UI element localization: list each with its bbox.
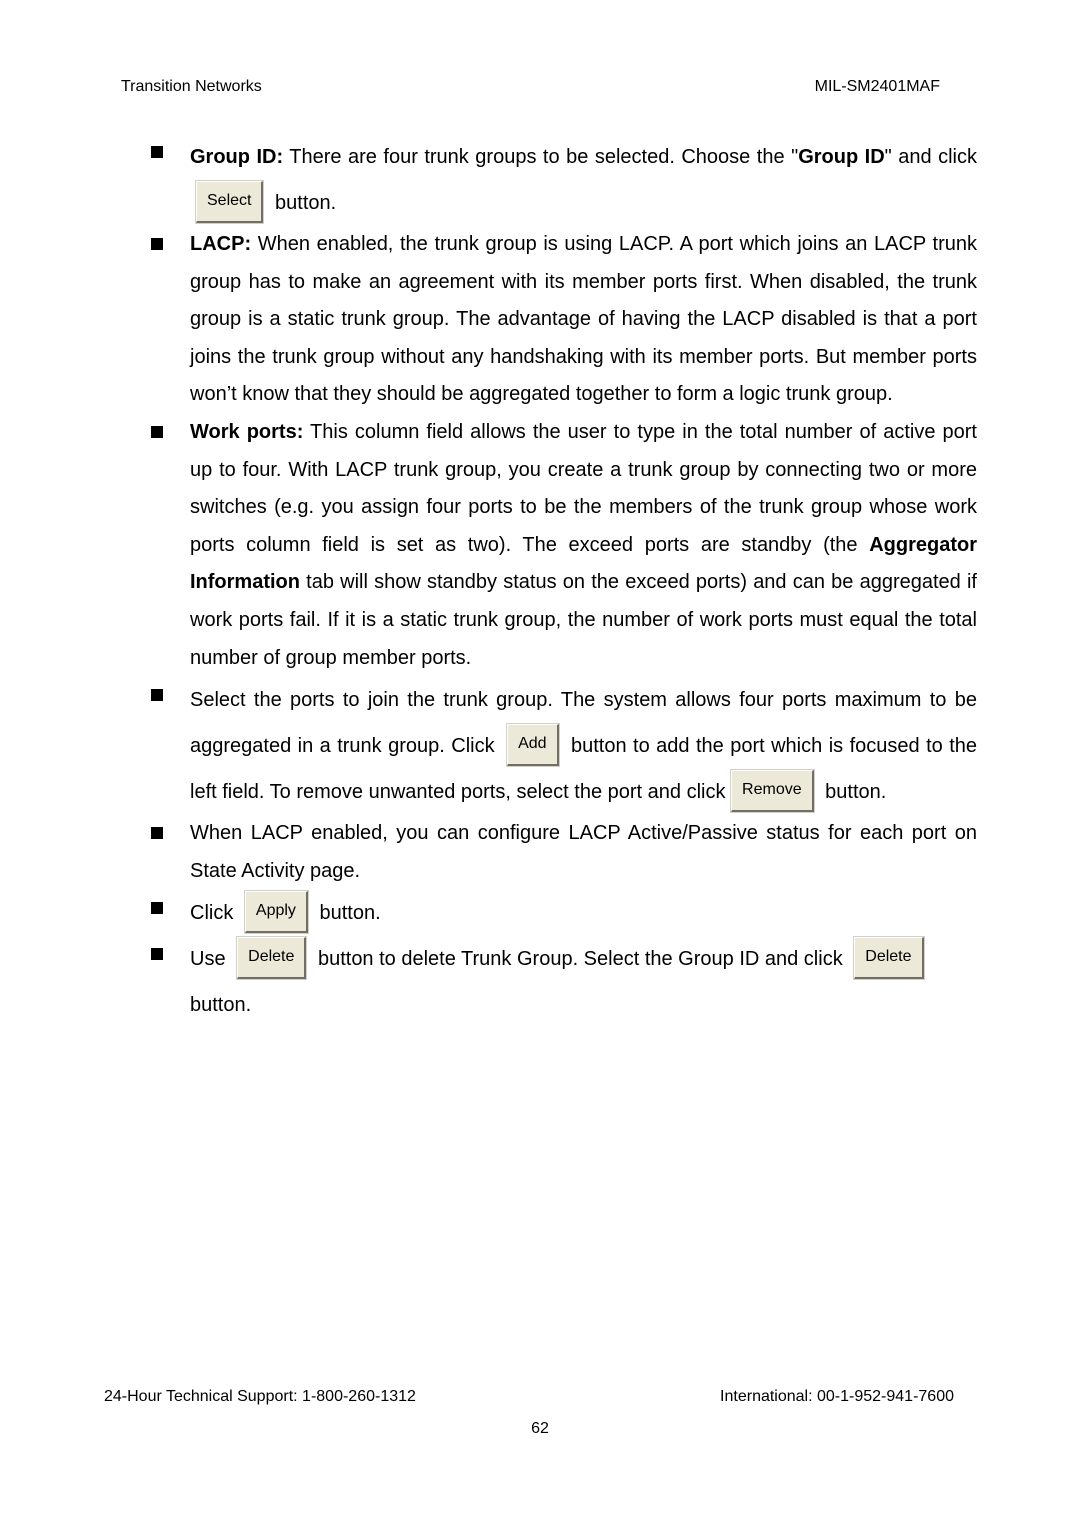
header-company: Transition Networks	[121, 78, 262, 95]
delete-button[interactable]: Delete	[237, 937, 307, 980]
item-text: button.	[275, 192, 337, 214]
list-item-lacp: LACP: When enabled, the trunk group is u…	[147, 226, 977, 414]
item-text: This column field allows the user to typ…	[190, 420, 977, 556]
document-body: Group ID: There are four trunk groups to…	[147, 134, 977, 1028]
page-number: 62	[531, 1420, 549, 1437]
add-button[interactable]: Add	[507, 723, 559, 766]
footer-support: 24-Hour Technical Support: 1-800-260-131…	[104, 1388, 416, 1405]
list-item-work-ports: Work ports: This column field allows the…	[147, 414, 977, 677]
item-text: button.	[319, 902, 381, 925]
term-label: LACP:	[190, 233, 252, 255]
list-item-delete: Use Delete button to delete Trunk Group.…	[147, 936, 977, 1028]
item-text: Click	[190, 902, 234, 925]
item-text: button.	[825, 781, 887, 804]
bullet-icon	[151, 146, 163, 158]
bullet-icon	[151, 425, 163, 438]
footer-international: International: 00-1-952-941-7600	[720, 1388, 954, 1405]
item-text: tab will show standby status on the exce…	[190, 571, 977, 669]
item-text: There are four trunk groups to be select…	[283, 146, 799, 168]
remove-button[interactable]: Remove	[731, 769, 814, 812]
item-text: button.	[190, 994, 252, 1017]
item-text: button to delete Trunk Group. Select the…	[317, 948, 843, 971]
bullet-icon	[151, 238, 163, 250]
item-text: Use	[190, 948, 226, 971]
item-text: " and click	[884, 146, 978, 168]
list-item-apply: Click Apply button.	[147, 890, 977, 936]
term-label: Work ports:	[190, 420, 304, 443]
item-text: When LACP enabled, you can configure LAC…	[190, 822, 977, 882]
bullet-icon	[151, 827, 163, 840]
item-text: When enabled, the trunk group is using L…	[190, 233, 977, 406]
bullet-icon	[151, 689, 163, 702]
bullet-icon	[151, 948, 163, 961]
list-item-select-ports: Select the ports to join the trunk group…	[147, 677, 977, 815]
delete-button-confirm[interactable]: Delete	[854, 937, 924, 980]
bullet-icon	[151, 902, 163, 915]
term-label: Group ID:	[190, 146, 284, 168]
bold-text: Group ID	[798, 146, 885, 168]
list-item-group-id: Group ID: There are four trunk groups to…	[147, 134, 977, 226]
apply-button[interactable]: Apply	[244, 891, 308, 934]
list-item-lacp-enabled: When LACP enabled, you can configure LAC…	[147, 815, 977, 890]
select-button[interactable]: Select	[196, 180, 264, 223]
header-model: MIL-SM2401MAF	[814, 78, 940, 95]
